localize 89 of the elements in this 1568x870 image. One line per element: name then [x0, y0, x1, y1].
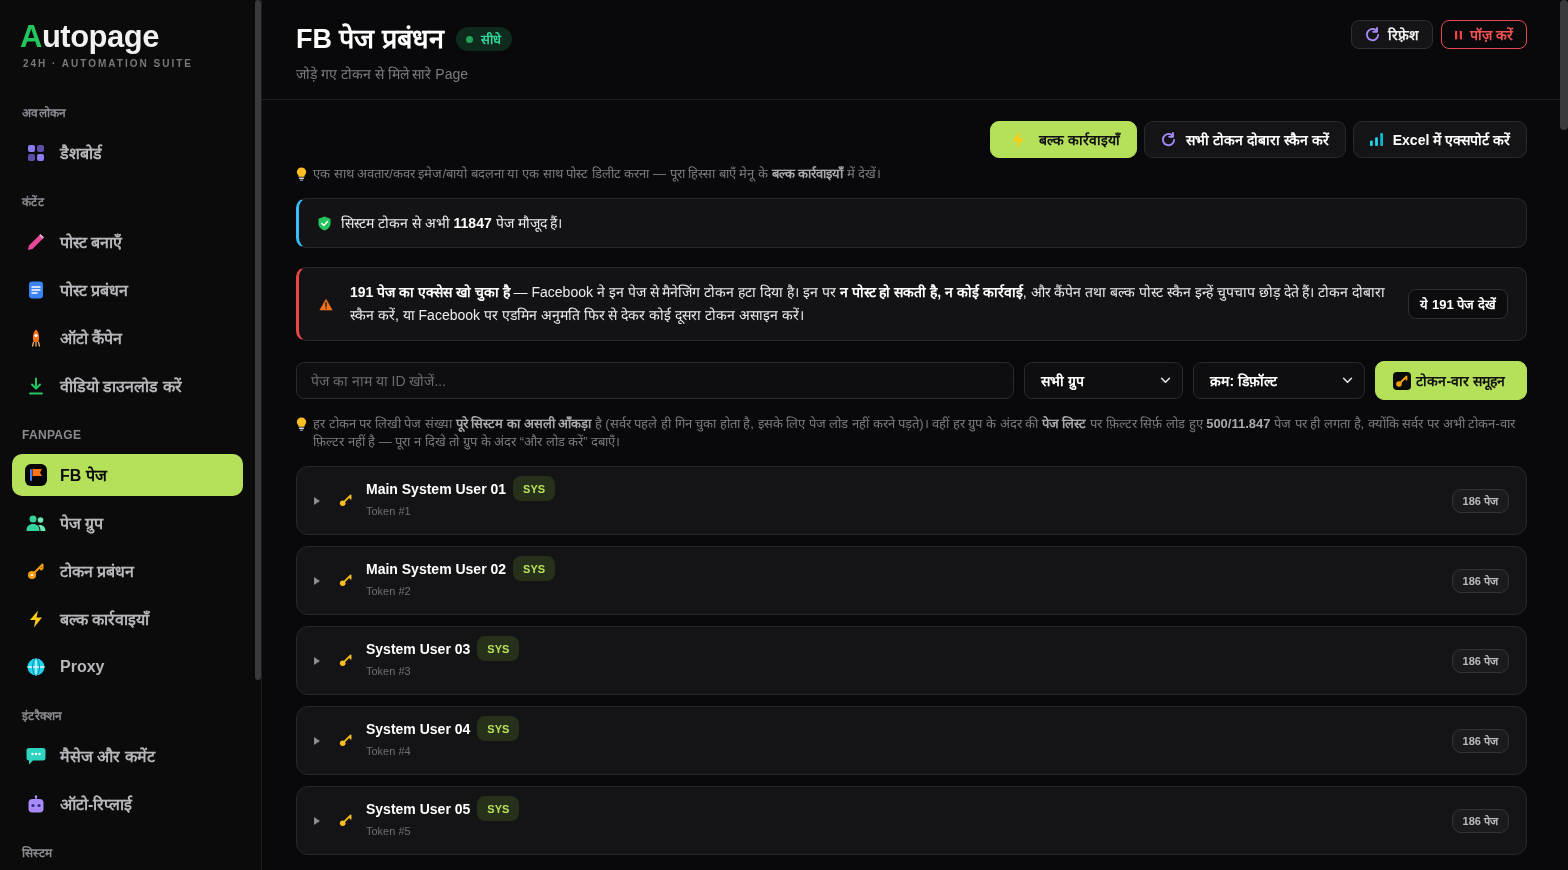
logo-tagline: 24H · AUTOMATION SUITE: [22, 57, 194, 71]
section-heading: कंटेंट: [20, 194, 46, 210]
token-number: Token #3: [366, 664, 412, 678]
view-pages-button[interactable]: ये 191 पेज देखें: [1408, 289, 1508, 319]
nav-item[interactable]: टोकन प्रबंधन: [12, 550, 243, 592]
token-type-label: SYS: [513, 556, 556, 581]
chevron-down-icon: [1342, 377, 1354, 384]
token-name: Main System User 02: [366, 559, 507, 578]
token-type-label: SYS: [477, 636, 520, 661]
people-icon: [26, 514, 46, 532]
page-count: 186 पेज: [1451, 728, 1509, 753]
token-card[interactable]: System User 04 SYS Token #4 186 पेज: [296, 706, 1527, 775]
document-icon: [27, 281, 45, 299]
group-by-token-button[interactable]: टोकन-वार समूहन: [1375, 361, 1527, 400]
section-heading: FANPAGE: [21, 427, 83, 443]
chat-bubble-icon: [26, 747, 46, 765]
warning-icon: [319, 297, 333, 311]
token-name: System User 03: [366, 639, 471, 658]
export-button[interactable]: Excel में एक्सपोर्ट करें: [1352, 121, 1527, 158]
banner-text: 191 पेज का एक्सेस खो चुका है — Facebook ने इन पेज से मैनेजिंग टोकन हटा दिया है। इन पर न पोस्ट हो सकती है, न कोई कार्रवाई, और कैंपेन तथा बल्क पोस्ट स्कैन इन्हें चुपचाप छोड़ देते हैं। टोकन दोबारा स्कैन करें, या Facebook पर एडमिन अनुमति फिर से देकर कोई दूसरा टोकन असाइन करें।: [350, 283, 1387, 326]
pencil-icon: [27, 233, 45, 251]
token-card[interactable]: Main System User 02 SYS Token #2 186 पेज: [296, 546, 1527, 615]
pause-button[interactable]: पॉज़ करें: [1441, 20, 1527, 49]
nav-item[interactable]: Proxy: [12, 646, 243, 688]
token-card[interactable]: Main System User 01 SYS Token #1 186 पेज: [296, 466, 1527, 535]
key-icon: [339, 734, 352, 747]
scrollbar-thumb[interactable]: [255, 0, 261, 680]
key-icon: [27, 562, 45, 580]
token-number: Token #4: [366, 744, 412, 758]
shield-check-icon: [318, 215, 331, 231]
token-name: Main System User 01: [366, 479, 507, 498]
token-type-label: SYS: [477, 716, 520, 741]
token-type-label: SYS: [513, 476, 556, 501]
status-dot-icon: [466, 35, 473, 43]
nav-item[interactable]: डैशबोर्ड: [12, 132, 243, 174]
hint-text: एक साथ अवतार/कवर इमेज/बायो बदलना या एक साथ पोस्ट डिलीट करना — पूरा हिस्सा बाएँ मेनू के बल्क कार्रवाइयाँ में देखें।: [313, 165, 882, 183]
sort-select[interactable]: क्रम: डिफ़ॉल्ट: [1193, 362, 1366, 399]
key-icon: [1393, 371, 1412, 390]
token-name: System User 04: [366, 719, 471, 738]
bulk-actions-button[interactable]: बल्क कार्रवाइयाँ: [990, 121, 1138, 158]
key-icon: [339, 494, 352, 507]
search-field[interactable]: पेज का नाम या ID खोजें...: [296, 362, 1015, 399]
nav-item[interactable]: ऑटो कैंपेन: [12, 317, 243, 359]
nav-item[interactable]: पेज ग्रुप: [12, 502, 243, 544]
status-label: सीधे: [481, 31, 501, 48]
token-name: System User 05: [366, 799, 471, 818]
light-bulb-icon: [296, 417, 307, 431]
section-heading: सिस्टम: [20, 845, 54, 861]
scrollbar-thumb[interactable]: [1560, 0, 1568, 130]
section-heading: इंटरैक्शन: [20, 708, 64, 724]
token-number: Token #1: [366, 504, 412, 518]
key-icon: [339, 654, 352, 667]
section-heading: अवलोकन: [21, 105, 68, 121]
nav-item[interactable]: ऑटो-रिप्लाई: [12, 783, 243, 825]
chevron-down-icon: [1160, 377, 1172, 384]
bar-chart-icon: [1369, 133, 1383, 146]
page-count: 186 पेज: [1451, 568, 1509, 593]
banner-text: सिस्टम टोकन से अभी 11847 पेज मौजूद हैं।: [341, 213, 564, 234]
token-card[interactable]: System User 05 SYS Token #5 186 पेज: [296, 786, 1527, 855]
refresh-icon: [1365, 27, 1381, 42]
group-select[interactable]: सभी ग्रुप: [1024, 362, 1184, 399]
download-icon: [27, 377, 45, 395]
flag-icon: [25, 464, 47, 486]
nav-item[interactable]: FB पेज: [12, 454, 243, 496]
page-count: 186 पेज: [1451, 808, 1509, 833]
light-bulb-icon: [296, 167, 307, 181]
page-count: 186 पेज: [1451, 488, 1509, 513]
rescan-tokens-button[interactable]: सभी टोकन दोबारा स्कैन करें: [1144, 121, 1346, 158]
key-icon: [339, 814, 352, 827]
token-number: Token #2: [366, 584, 412, 598]
nav-item[interactable]: वीडियो डाउनलोड करें: [12, 365, 243, 407]
nav-item[interactable]: पोस्ट बनाएँ: [12, 221, 243, 263]
nav-item[interactable]: मैसेज और कमेंट: [12, 735, 243, 777]
token-type-label: SYS: [477, 796, 520, 821]
page-count: 186 पेज: [1451, 648, 1509, 673]
grid-icon: [27, 144, 45, 162]
page-subtitle: जोड़े गए टोकन से मिले सारे Page: [296, 65, 470, 84]
nav-item[interactable]: पोस्ट प्रबंधन: [12, 269, 243, 311]
hint-text: हर टोकन पर लिखी पेज संख्या पूरे सिस्टम का असली आँकड़ा है (सर्वर पहले ही गिन चुका होता है, इसके लिए पेज लोड नहीं करने पड़ते)। वहीं हर ग्रुप के अंदर की पेज लिस्ट पर फ़िल्टर सिर्फ़ लोड हुए 500/11.847 पेज पर ही लगता है, क्योंकि सर्वर पर अभी टोकन-वार फ़िल्टर नहीं है — पूरा न दिखे तो ग्रुप के अंदर “और लोड करें” दबाएँ।: [313, 415, 1517, 451]
globe-icon: [27, 658, 45, 676]
nav-item[interactable]: बल्क कार्रवाइयाँ: [12, 598, 243, 640]
refresh-button[interactable]: रिफ़्रेश: [1351, 20, 1434, 49]
token-number: Token #5: [366, 824, 412, 838]
pause-icon: [1455, 29, 1463, 40]
page-title: FB पेज प्रबंधन: [296, 22, 444, 56]
token-card[interactable]: System User 03 SYS Token #3 186 पेज: [296, 626, 1527, 695]
key-icon: [339, 574, 352, 587]
refresh-icon: [1161, 132, 1177, 147]
robot-icon: [27, 795, 45, 813]
